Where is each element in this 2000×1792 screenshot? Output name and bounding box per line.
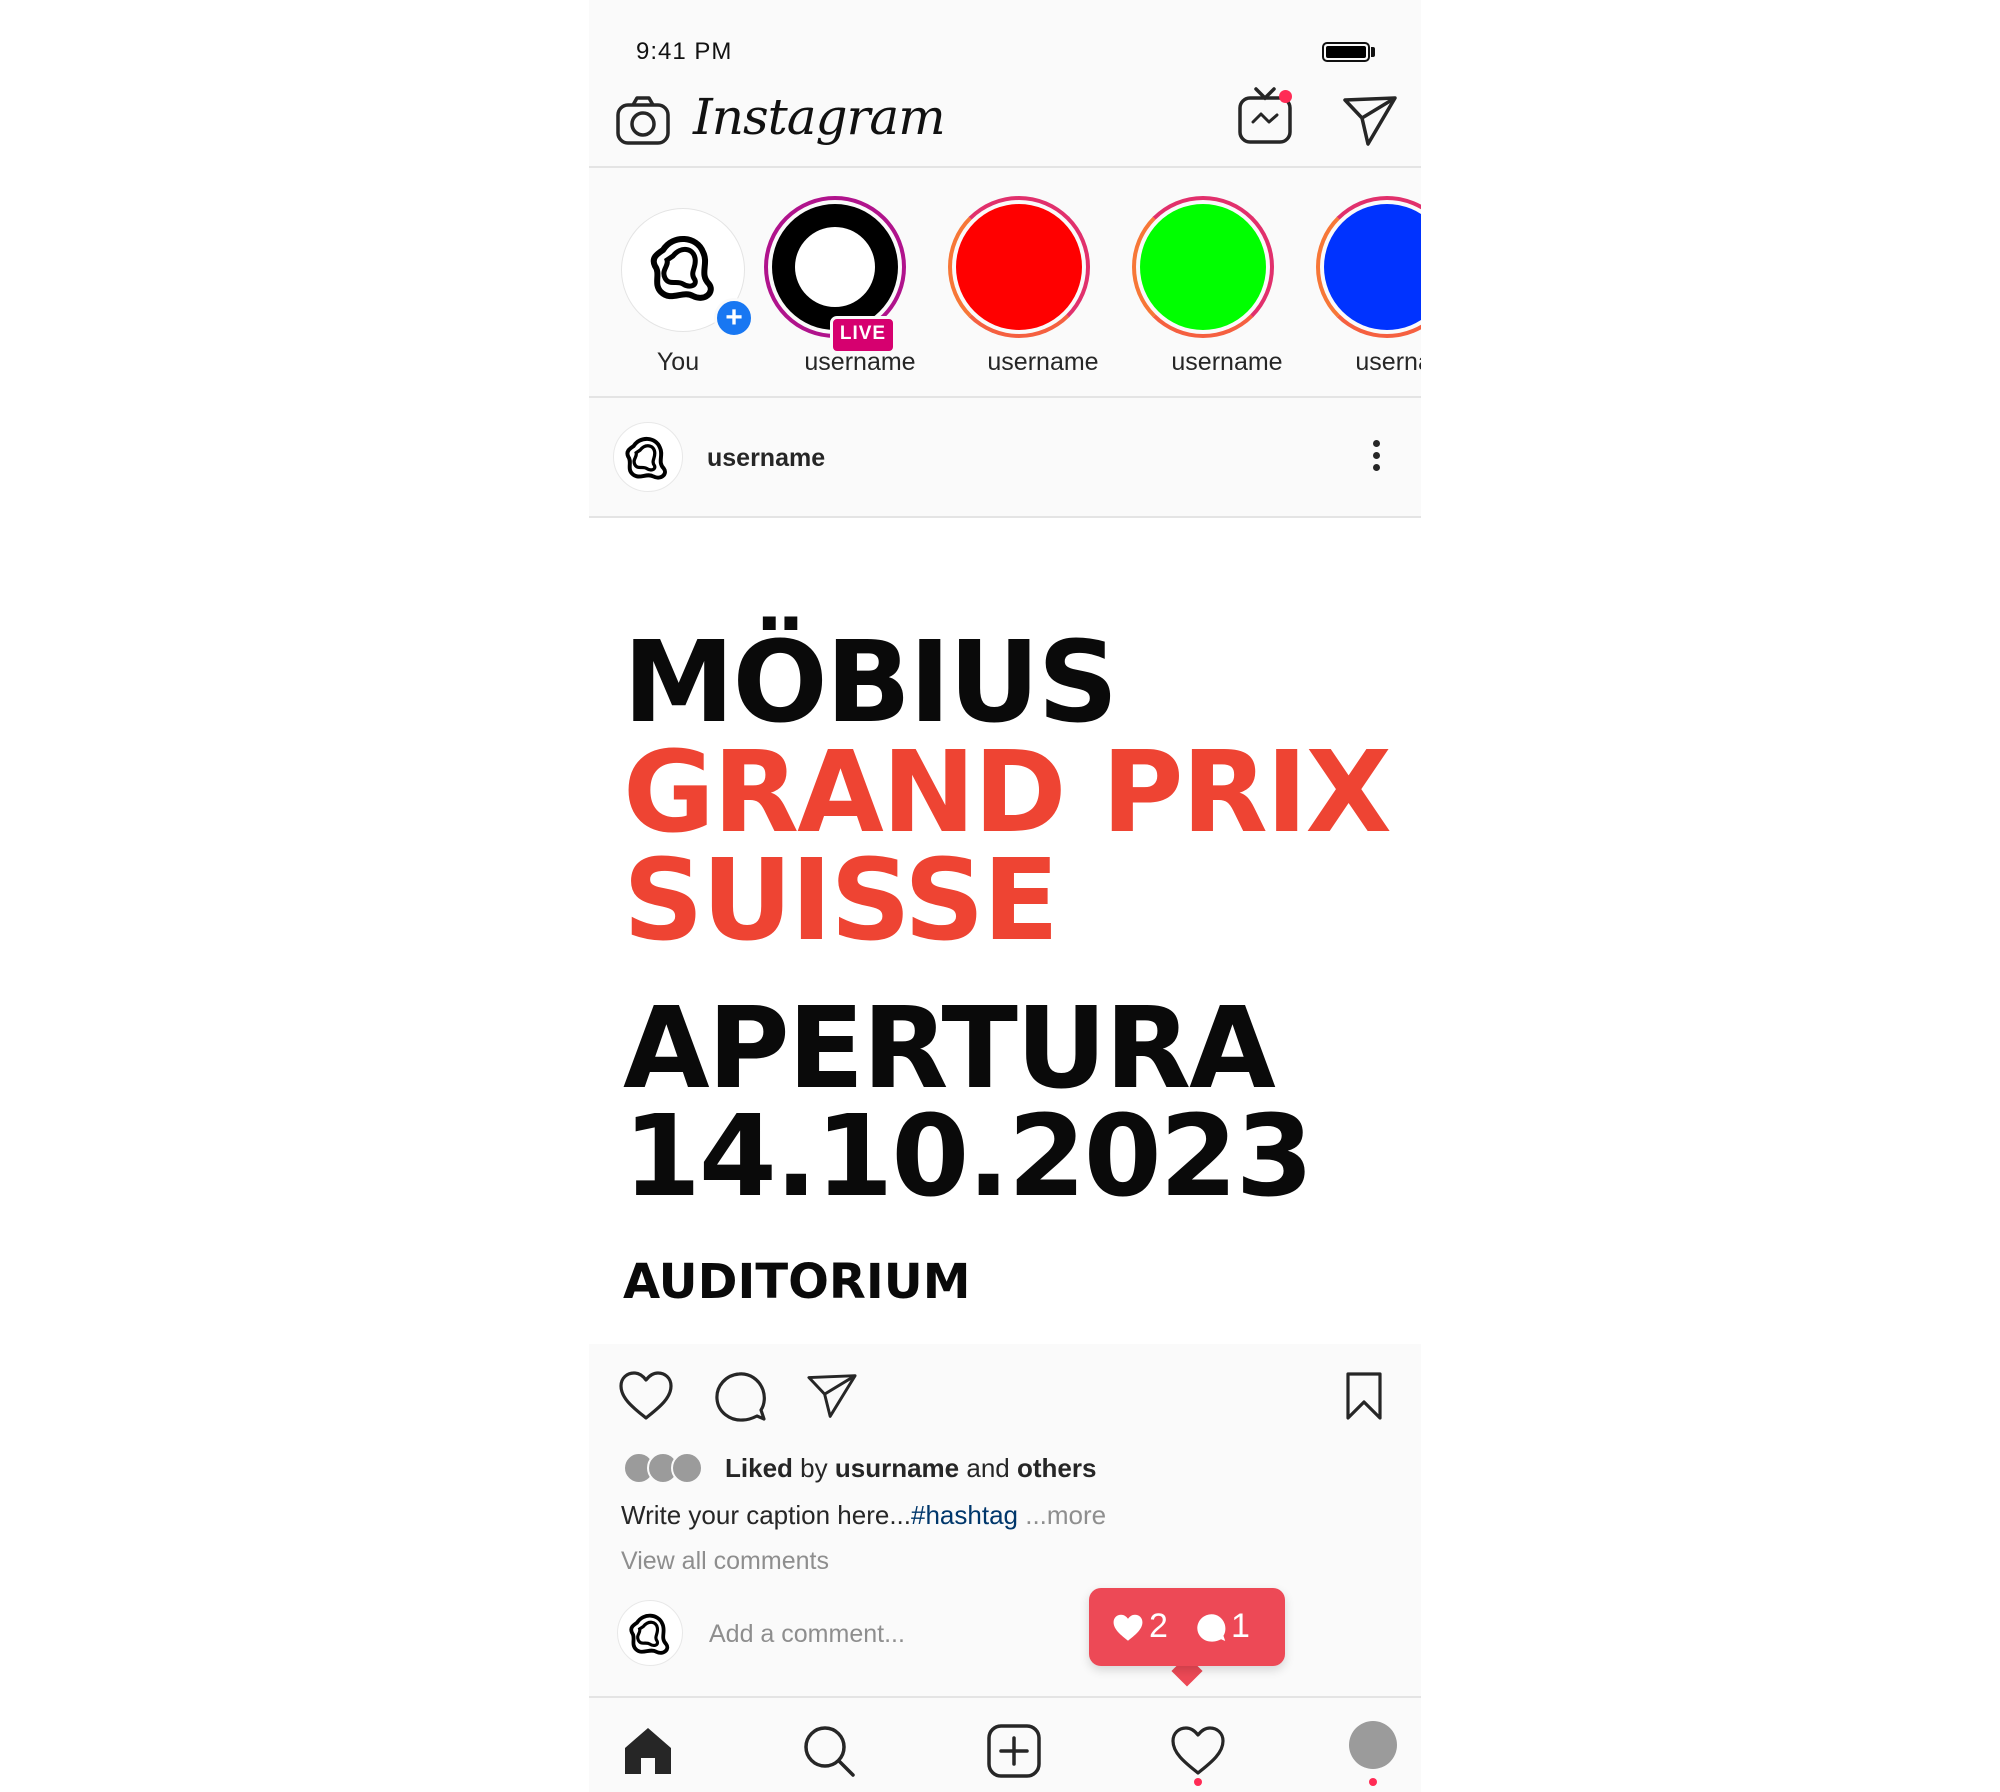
view-all-comments-link[interactable]: View all comments [621,1547,829,1576]
caption-text: Write your caption here... [621,1500,911,1530]
story-label: username [1355,348,1421,376]
post-username[interactable]: username [707,444,825,473]
new-post-icon[interactable] [985,1722,1043,1780]
camera-icon[interactable] [615,95,671,147]
search-icon[interactable] [800,1722,858,1780]
poster-subtitle-line2: SUISSE [623,836,1059,966]
profile-logo-icon [650,236,714,301]
add-comment-input[interactable] [709,1617,1069,1651]
story-label: username [1171,348,1283,376]
like-heart-icon[interactable] [617,1370,675,1422]
comment-avatar [617,1600,683,1666]
profile-indicator-dot [1369,1778,1377,1786]
share-icon[interactable] [805,1372,859,1420]
activity-indicator-dot [1194,1778,1202,1786]
poster-date: 14.10.2023 [623,1092,1314,1222]
liked-by-avatars[interactable] [623,1452,707,1484]
post-avatar[interactable] [613,422,683,492]
comment-icon[interactable] [713,1370,767,1424]
battery-icon [1322,42,1370,62]
instagram-logo[interactable]: Instagram [693,88,946,146]
story-label: username [987,348,1099,376]
activity-notification-bubble[interactable]: 2 1 [1089,1588,1285,1666]
caption-hashtag[interactable]: #hashtag [911,1500,1018,1530]
story-label: You [656,348,700,376]
activity-heart-icon[interactable] [1169,1722,1227,1780]
caption: Write your caption here...#hashtag ...mo… [621,1500,1106,1531]
likes-text[interactable]: Liked by usurname and others [725,1453,1096,1484]
notification-likes: 2 [1111,1606,1168,1646]
phone-screen: 9:41 PM Instagram + You LIVE username us… [589,0,1421,1792]
profile-logo-icon [625,436,667,480]
stories-divider [589,396,1421,398]
add-story-icon[interactable]: + [714,298,754,338]
story-label: username [804,348,916,376]
heart-icon [1113,1614,1143,1641]
profile-tab-avatar[interactable] [1349,1721,1397,1769]
caption-more-link[interactable]: ...more [1025,1500,1106,1530]
status-time: 9:41 PM [636,38,733,65]
notification-comments: 1 [1195,1606,1250,1646]
direct-message-icon[interactable] [1342,94,1398,146]
bookmark-icon[interactable] [1344,1370,1384,1422]
more-options-icon[interactable] [1369,440,1383,480]
battery-tip [1371,47,1375,57]
poster-venue: AUDITORIUM [623,1254,971,1310]
profile-logo-icon [629,1613,670,1655]
home-icon[interactable] [619,1722,677,1780]
igtv-notification-dot [1279,90,1292,103]
nav-divider [589,166,1421,168]
comment-icon [1197,1614,1226,1642]
tab-bar-divider [589,1696,1421,1698]
post-image[interactable]: MÖBIUS GRAND PRIX SUISSE APERTURA 14.10.… [589,518,1421,1344]
